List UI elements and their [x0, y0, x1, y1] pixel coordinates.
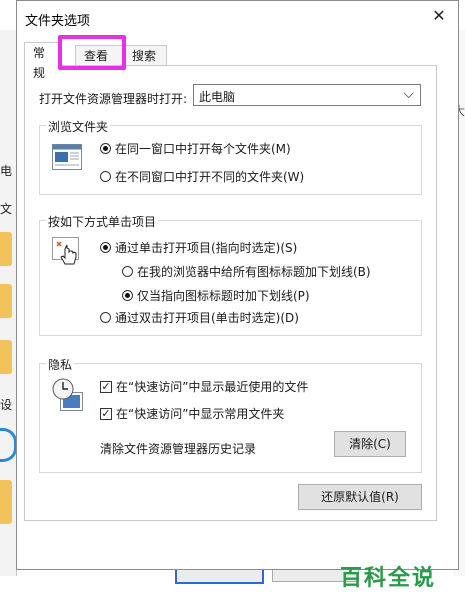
check-recent-files[interactable]: ✓ 在“快速访问”中显示最近使用的文件	[100, 378, 308, 395]
radio-button[interactable]	[100, 242, 111, 253]
option-label: 通过双击打开项目(单击时选定)(D)	[115, 311, 299, 325]
radio-single-click[interactable]: 通过单击打开项目(指向时选定)(S)	[100, 239, 297, 256]
tab-label: 常规	[33, 46, 46, 80]
checkbox[interactable]: ✓	[100, 407, 112, 420]
option-label: 在同一窗口中打开每个文件夹(M)	[115, 142, 291, 156]
group-privacy: 隐私 ✓ 在“快速访问”中显示最近使用的文件 ✓ 在“快速访问”中显示常用文件夹…	[39, 356, 422, 473]
group-title: 浏览文件夹	[46, 118, 111, 135]
tab-highlight-box	[58, 35, 126, 70]
group-browse-folders: 浏览文件夹 在同一窗口中打开每个文件夹(M) 在不同窗口中打开不同的文件夹(W)	[39, 118, 422, 195]
hand-pointer-icon	[52, 237, 79, 265]
radio-different-window[interactable]: 在不同窗口中打开不同的文件夹(W)	[100, 168, 304, 185]
radio-double-click[interactable]: 通过双击打开项目(单击时选定)(D)	[100, 309, 299, 326]
option-label: 在我的浏览器中给所有图标标题加下划线(B)	[137, 265, 371, 279]
option-label: 通过单击打开项目(指向时选定)(S)	[115, 241, 298, 255]
folder-icon	[0, 480, 12, 524]
radio-button[interactable]	[122, 266, 133, 277]
clear-history-label: 清除文件资源管理器历史记录	[100, 442, 257, 456]
radio-underline-all[interactable]: 在我的浏览器中给所有图标标题加下划线(B)	[122, 263, 371, 280]
tab-content-general: 打开文件资源管理器时打开: 此电脑 ⌵ 浏览文件夹 在同一窗口中打开每个文件夹(…	[24, 65, 437, 521]
background-text: 电	[0, 164, 13, 178]
tab-search[interactable]: 搜索	[123, 45, 167, 65]
tab-label: 搜索	[132, 49, 157, 63]
folder-icon	[0, 284, 12, 318]
background-button	[175, 568, 264, 584]
check-frequent-folders[interactable]: ✓ 在“快速访问”中显示常用文件夹	[100, 405, 284, 422]
select-value: 此电脑	[199, 90, 236, 104]
folder-icon	[0, 232, 12, 266]
tab-general[interactable]: 常规	[24, 42, 62, 80]
radio-button[interactable]	[100, 312, 111, 323]
group-title: 按如下方式单击项目	[46, 213, 159, 230]
chevron-down-icon: ⌵	[403, 86, 414, 102]
option-label: 在“快速访问”中显示最近使用的文件	[116, 380, 309, 394]
option-label: 在“快速访问”中显示常用文件夹	[116, 407, 285, 421]
history-icon	[52, 378, 83, 411]
group-title: 隐私	[46, 356, 75, 373]
clear-button[interactable]: 清除(C)	[334, 431, 406, 457]
checkbox[interactable]: ✓	[100, 380, 112, 393]
radio-button[interactable]	[100, 171, 111, 182]
group-click-items: 按如下方式单击项目 通过单击打开项目(指向时选定)(S) 在我的浏览器中给所有图…	[39, 213, 422, 336]
watermark: 百科全说	[340, 566, 437, 591]
restore-defaults-button[interactable]: 还原默认值(R)	[298, 484, 422, 510]
option-label: 在不同窗口中打开不同的文件夹(W)	[115, 170, 305, 184]
folder-window-icon	[52, 144, 82, 170]
radio-underline-hover[interactable]: 仅当指向图标标题时加下划线(P)	[122, 287, 310, 304]
close-icon[interactable]: ✕	[428, 5, 450, 27]
folder-icon	[0, 340, 12, 374]
folder-options-dialog: 文件夹选项 ✕ 查看 搜索 常规 打开文件资源管理器时打开: 此电脑 ⌵ 浏览文…	[16, 0, 459, 570]
background-text: 文	[0, 202, 13, 216]
option-label: 仅当指向图标标题时加下划线(P)	[137, 289, 310, 303]
radio-button[interactable]	[122, 290, 133, 301]
open-explorer-select[interactable]: 此电脑 ⌵	[193, 84, 421, 106]
radio-button[interactable]	[100, 143, 111, 154]
radio-same-window[interactable]: 在同一窗口中打开每个文件夹(M)	[100, 140, 291, 157]
open-explorer-label: 打开文件资源管理器时打开:	[39, 92, 188, 106]
dialog-title: 文件夹选项	[25, 14, 91, 29]
background-text: 设	[0, 398, 13, 412]
